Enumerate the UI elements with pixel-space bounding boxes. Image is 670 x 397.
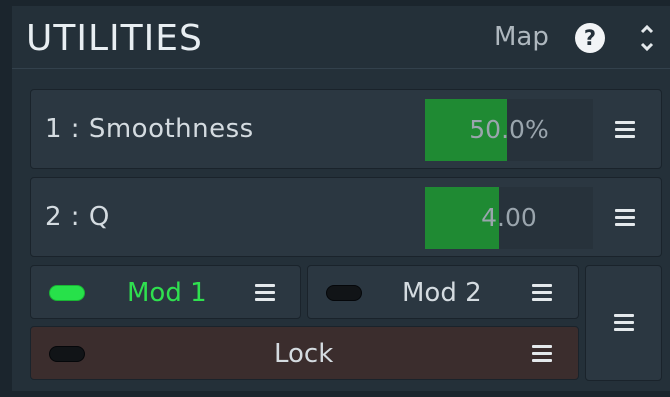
q-menu-icon[interactable] [615,209,635,227]
smoothness-value: 50.0% [469,115,549,144]
mod-2-label: Mod 2 [402,278,482,308]
mod-1-menu-icon[interactable] [255,284,275,302]
lock-led-indicator [49,346,85,362]
mod-1-button[interactable]: Mod 1 [30,265,301,319]
help-icon[interactable]: ? [575,23,605,53]
q-parameter-row: 2 : Q 4.00 [30,177,662,257]
panel-title: UTILITIES [26,18,203,59]
smoothness-parameter-row: 1 : Smoothness 50.0% [30,89,662,169]
smoothness-slider[interactable]: 50.0% [425,99,593,161]
map-button[interactable]: Map [494,22,549,52]
smoothness-label: 1 : Smoothness [45,114,254,144]
q-slider[interactable]: 4.00 [425,187,593,249]
expand-collapse-icon[interactable] [637,20,657,56]
mod-2-menu-icon[interactable] [532,284,552,302]
mod-2-led-indicator [326,285,362,301]
smoothness-menu-icon[interactable] [615,121,635,139]
utilities-header: UTILITIES Map ? [12,6,670,69]
mod-1-led-indicator [49,285,85,301]
utilities-side-menu-button[interactable] [585,265,662,381]
mod-1-label: Mod 1 [127,278,207,308]
q-label: 2 : Q [45,202,110,232]
lock-menu-icon[interactable] [532,345,552,363]
mod-2-button[interactable]: Mod 2 [307,265,579,319]
q-value: 4.00 [481,203,537,232]
utilities-menu-icon[interactable] [614,314,634,332]
lock-label: Lock [274,339,334,369]
lock-button[interactable]: Lock [30,326,579,380]
